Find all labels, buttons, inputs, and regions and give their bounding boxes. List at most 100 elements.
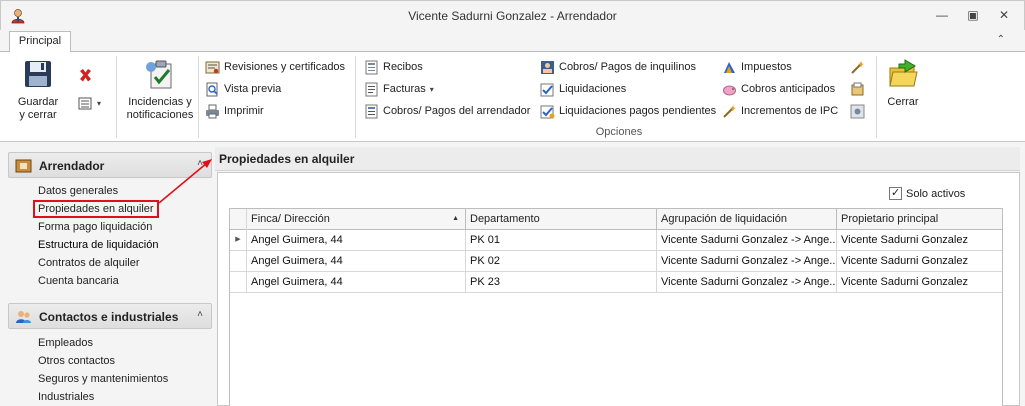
- ribbon-separator: [116, 56, 117, 138]
- cell-propietario[interactable]: Vicente Sadurni Gonzalez: [837, 251, 1002, 272]
- print-preview-button[interactable]: Vista previa: [205, 80, 281, 98]
- pending-settlements-button[interactable]: Liquidaciones pagos pendientes: [540, 102, 716, 120]
- ribbon-separator: [876, 56, 877, 138]
- save-and-close-button[interactable]: Guardar y cerrar: [12, 58, 64, 122]
- advance-payments-button[interactable]: Cobros anticipados: [722, 80, 835, 98]
- receipts-button[interactable]: Recibos: [364, 58, 423, 76]
- cell-propietario[interactable]: Vicente Sadurni Gonzalez: [837, 272, 1002, 293]
- ribbon-group-label: Opciones: [595, 126, 643, 138]
- ribbon-separator: [198, 56, 199, 138]
- cell-finca[interactable]: Angel Guimera, 44: [247, 272, 466, 293]
- close-button[interactable]: ✕: [996, 8, 1012, 22]
- documents-button[interactable]: [850, 80, 869, 98]
- grid-header-row: Finca/ Dirección ▲ Departamento Agrupaci…: [230, 209, 1002, 230]
- minimize-button[interactable]: —: [934, 8, 950, 22]
- wand-sparkle-icon: [851, 60, 864, 74]
- ribbon-collapse-button[interactable]: ⌃: [997, 34, 1005, 45]
- invoices-dropdown[interactable]: Facturas ▾: [364, 80, 434, 98]
- magic-wand-icon: [723, 104, 736, 118]
- tenant-payments-label: Cobros/ Pagos de inquilinos: [559, 61, 696, 73]
- title-bar: Vicente Sadurni Gonzalez - Arrendador — …: [0, 0, 1025, 30]
- cell-departamento[interactable]: PK 02: [466, 251, 657, 272]
- nav-item-otros-contactos[interactable]: Otros contactos: [38, 353, 115, 369]
- landlord-payments-label: Cobros/ Pagos del arrendador: [383, 105, 531, 117]
- nav-item-cuenta-bancaria[interactable]: Cuenta bancaria: [38, 273, 119, 289]
- column-header-departamento[interactable]: Departamento: [466, 209, 657, 230]
- save-label-line2: y cerrar: [19, 109, 57, 121]
- wizard-button[interactable]: [850, 58, 869, 76]
- tab-principal[interactable]: Principal: [9, 31, 71, 53]
- row-indicator-icon: ▶: [230, 230, 247, 251]
- annotation-highlight-box: [33, 200, 159, 218]
- chevron-up-icon[interactable]: ˄: [197, 309, 203, 320]
- floppy-disk-icon: [25, 61, 51, 87]
- print-label: Imprimir: [224, 105, 264, 117]
- print-button[interactable]: Imprimir: [205, 102, 264, 120]
- incidents-label-line1: Incidencias y: [128, 96, 192, 108]
- invoices-dropdown-arrow: ▾: [429, 84, 434, 94]
- incidents-notifications-button[interactable]: Incidencias y notificaciones: [125, 58, 195, 122]
- cell-departamento[interactable]: PK 01: [466, 230, 657, 251]
- cell-finca[interactable]: Angel Guimera, 44: [247, 251, 466, 272]
- window-title: Vicente Sadurni Gonzalez - Arrendador: [408, 9, 617, 23]
- column-header-finca[interactable]: Finca/ Dirección ▲: [247, 209, 466, 230]
- cpi-increments-button[interactable]: Incrementos de IPC: [722, 102, 838, 120]
- landlord-section-icon: [15, 159, 32, 173]
- view-options-dropdown[interactable]: ▾: [78, 94, 101, 112]
- inspections-certificates-button[interactable]: Revisiones y certificados: [205, 58, 345, 76]
- piggy-bank-icon: [723, 85, 736, 95]
- cell-propietario[interactable]: Vicente Sadurni Gonzalez: [837, 230, 1002, 251]
- chevron-up-icon[interactable]: ˄: [197, 158, 203, 169]
- table-row[interactable]: Angel Guimera, 44 PK 23 Vicente Sadurni …: [230, 272, 1002, 293]
- settlement-check-icon: [540, 83, 554, 96]
- nav-section-title: Contactos e industriales: [39, 310, 179, 324]
- cell-agrupacion[interactable]: Vicente Sadurni Gonzalez -> Ange...: [657, 251, 837, 272]
- cell-finca[interactable]: Angel Guimera, 44: [247, 230, 466, 251]
- table-row[interactable]: Angel Guimera, 44 PK 02 Vicente Sadurni …: [230, 251, 1002, 272]
- save-label-line1: Guardar: [17, 96, 59, 108]
- sort-ascending-icon: ▲: [452, 215, 459, 222]
- nav-item-industriales[interactable]: Industriales: [38, 389, 94, 405]
- ribbon: Guardar y cerrar ▾ Incidencias y notific…: [0, 52, 1025, 142]
- nav-item-forma-pago-liquidacion[interactable]: Forma pago liquidación: [38, 219, 152, 235]
- receipt-icon: [365, 60, 378, 74]
- settlements-button[interactable]: Liquidaciones: [540, 80, 626, 98]
- column-header-propietario[interactable]: Propietario principal: [837, 209, 1002, 230]
- settings-button[interactable]: [850, 102, 869, 120]
- invoice-icon: [365, 82, 378, 96]
- row-indicator-empty: [230, 251, 247, 272]
- nav-item-contratos-de-alquiler[interactable]: Contratos de alquiler: [38, 255, 140, 271]
- advance-payments-label: Cobros anticipados: [741, 83, 836, 95]
- cell-agrupacion[interactable]: Vicente Sadurni Gonzalez -> Ange...: [657, 272, 837, 293]
- restore-button[interactable]: ▣: [965, 8, 981, 22]
- cell-agrupacion[interactable]: Vicente Sadurni Gonzalez -> Ange...: [657, 230, 837, 251]
- exit-folder-icon: [889, 59, 918, 87]
- solo-activos-checkbox[interactable]: Solo activos: [889, 186, 965, 200]
- nav-item-empleados[interactable]: Empleados: [38, 335, 93, 351]
- content-header: Propiedades en alquiler: [215, 147, 1020, 171]
- table-row[interactable]: ▶ Angel Guimera, 44 PK 01 Vicente Sadurn…: [230, 230, 1002, 251]
- checkbox-box[interactable]: [889, 186, 902, 200]
- delete-button[interactable]: [78, 66, 97, 84]
- red-x-icon: [80, 68, 91, 81]
- nav-item-seguros-y-mantenimientos[interactable]: Seguros y mantenimientos: [38, 371, 168, 387]
- nav-item-estructura-de-liquidacion[interactable]: Estructura de liquidación: [38, 237, 158, 253]
- clipboard-check-icon: [146, 60, 172, 89]
- ribbon-separator: [355, 56, 356, 138]
- settings-panel-icon: [850, 104, 865, 118]
- nav-section-arrendador[interactable]: Arrendador ˄: [8, 152, 212, 178]
- pending-settlement-icon: [540, 105, 555, 118]
- view-dropdown-arrow: ▾: [97, 98, 102, 108]
- cell-departamento[interactable]: PK 23: [466, 272, 657, 293]
- incidents-label-line2: notificaciones: [126, 109, 194, 121]
- row-indicator-header: [230, 209, 247, 230]
- tenant-payments-button[interactable]: Cobros/ Pagos de inquilinos: [540, 58, 696, 76]
- nav-section-contactos[interactable]: Contactos e industriales ˄: [8, 303, 212, 329]
- page-title: Propiedades en alquiler: [219, 152, 355, 166]
- column-header-agrupacion[interactable]: Agrupación de liquidación: [657, 209, 837, 230]
- close-view-button[interactable]: Cerrar: [882, 58, 924, 109]
- nav-item-datos-generales[interactable]: Datos generales: [38, 183, 118, 199]
- pending-settlements-label: Liquidaciones pagos pendientes: [559, 105, 717, 117]
- landlord-payments-button[interactable]: Cobros/ Pagos del arrendador: [364, 102, 530, 120]
- taxes-button[interactable]: Impuestos: [722, 58, 792, 76]
